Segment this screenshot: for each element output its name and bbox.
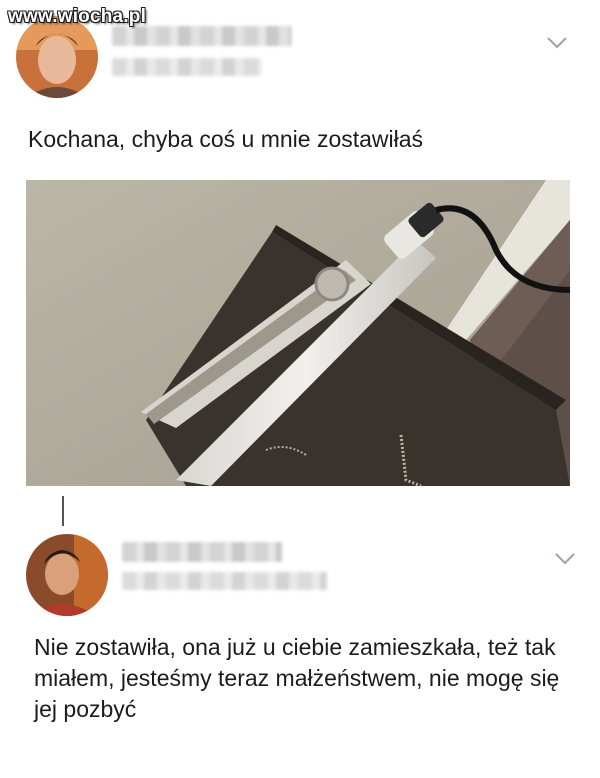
tweet-text: Kochana, chyba coś u mnie zostawiłaś xyxy=(28,126,424,152)
redacted-handle xyxy=(112,58,262,76)
profile-photo-icon xyxy=(26,534,108,616)
site-watermark: www.wiocha.pl xyxy=(8,6,147,27)
avatar[interactable] xyxy=(16,16,98,98)
profile-photo-icon xyxy=(16,16,98,98)
redacted-username xyxy=(122,542,282,562)
tweet-text: Nie zostawiła, ona już u ciebie zamieszk… xyxy=(34,634,560,722)
hair-straightener-photo xyxy=(26,180,570,486)
chevron-down-icon[interactable] xyxy=(546,36,568,50)
tweet-photo[interactable] xyxy=(26,180,570,486)
thread-connector xyxy=(62,496,64,526)
redacted-handle xyxy=(122,572,327,590)
avatar[interactable] xyxy=(26,534,108,616)
redacted-username xyxy=(112,26,292,46)
chevron-down-icon[interactable] xyxy=(554,552,576,566)
